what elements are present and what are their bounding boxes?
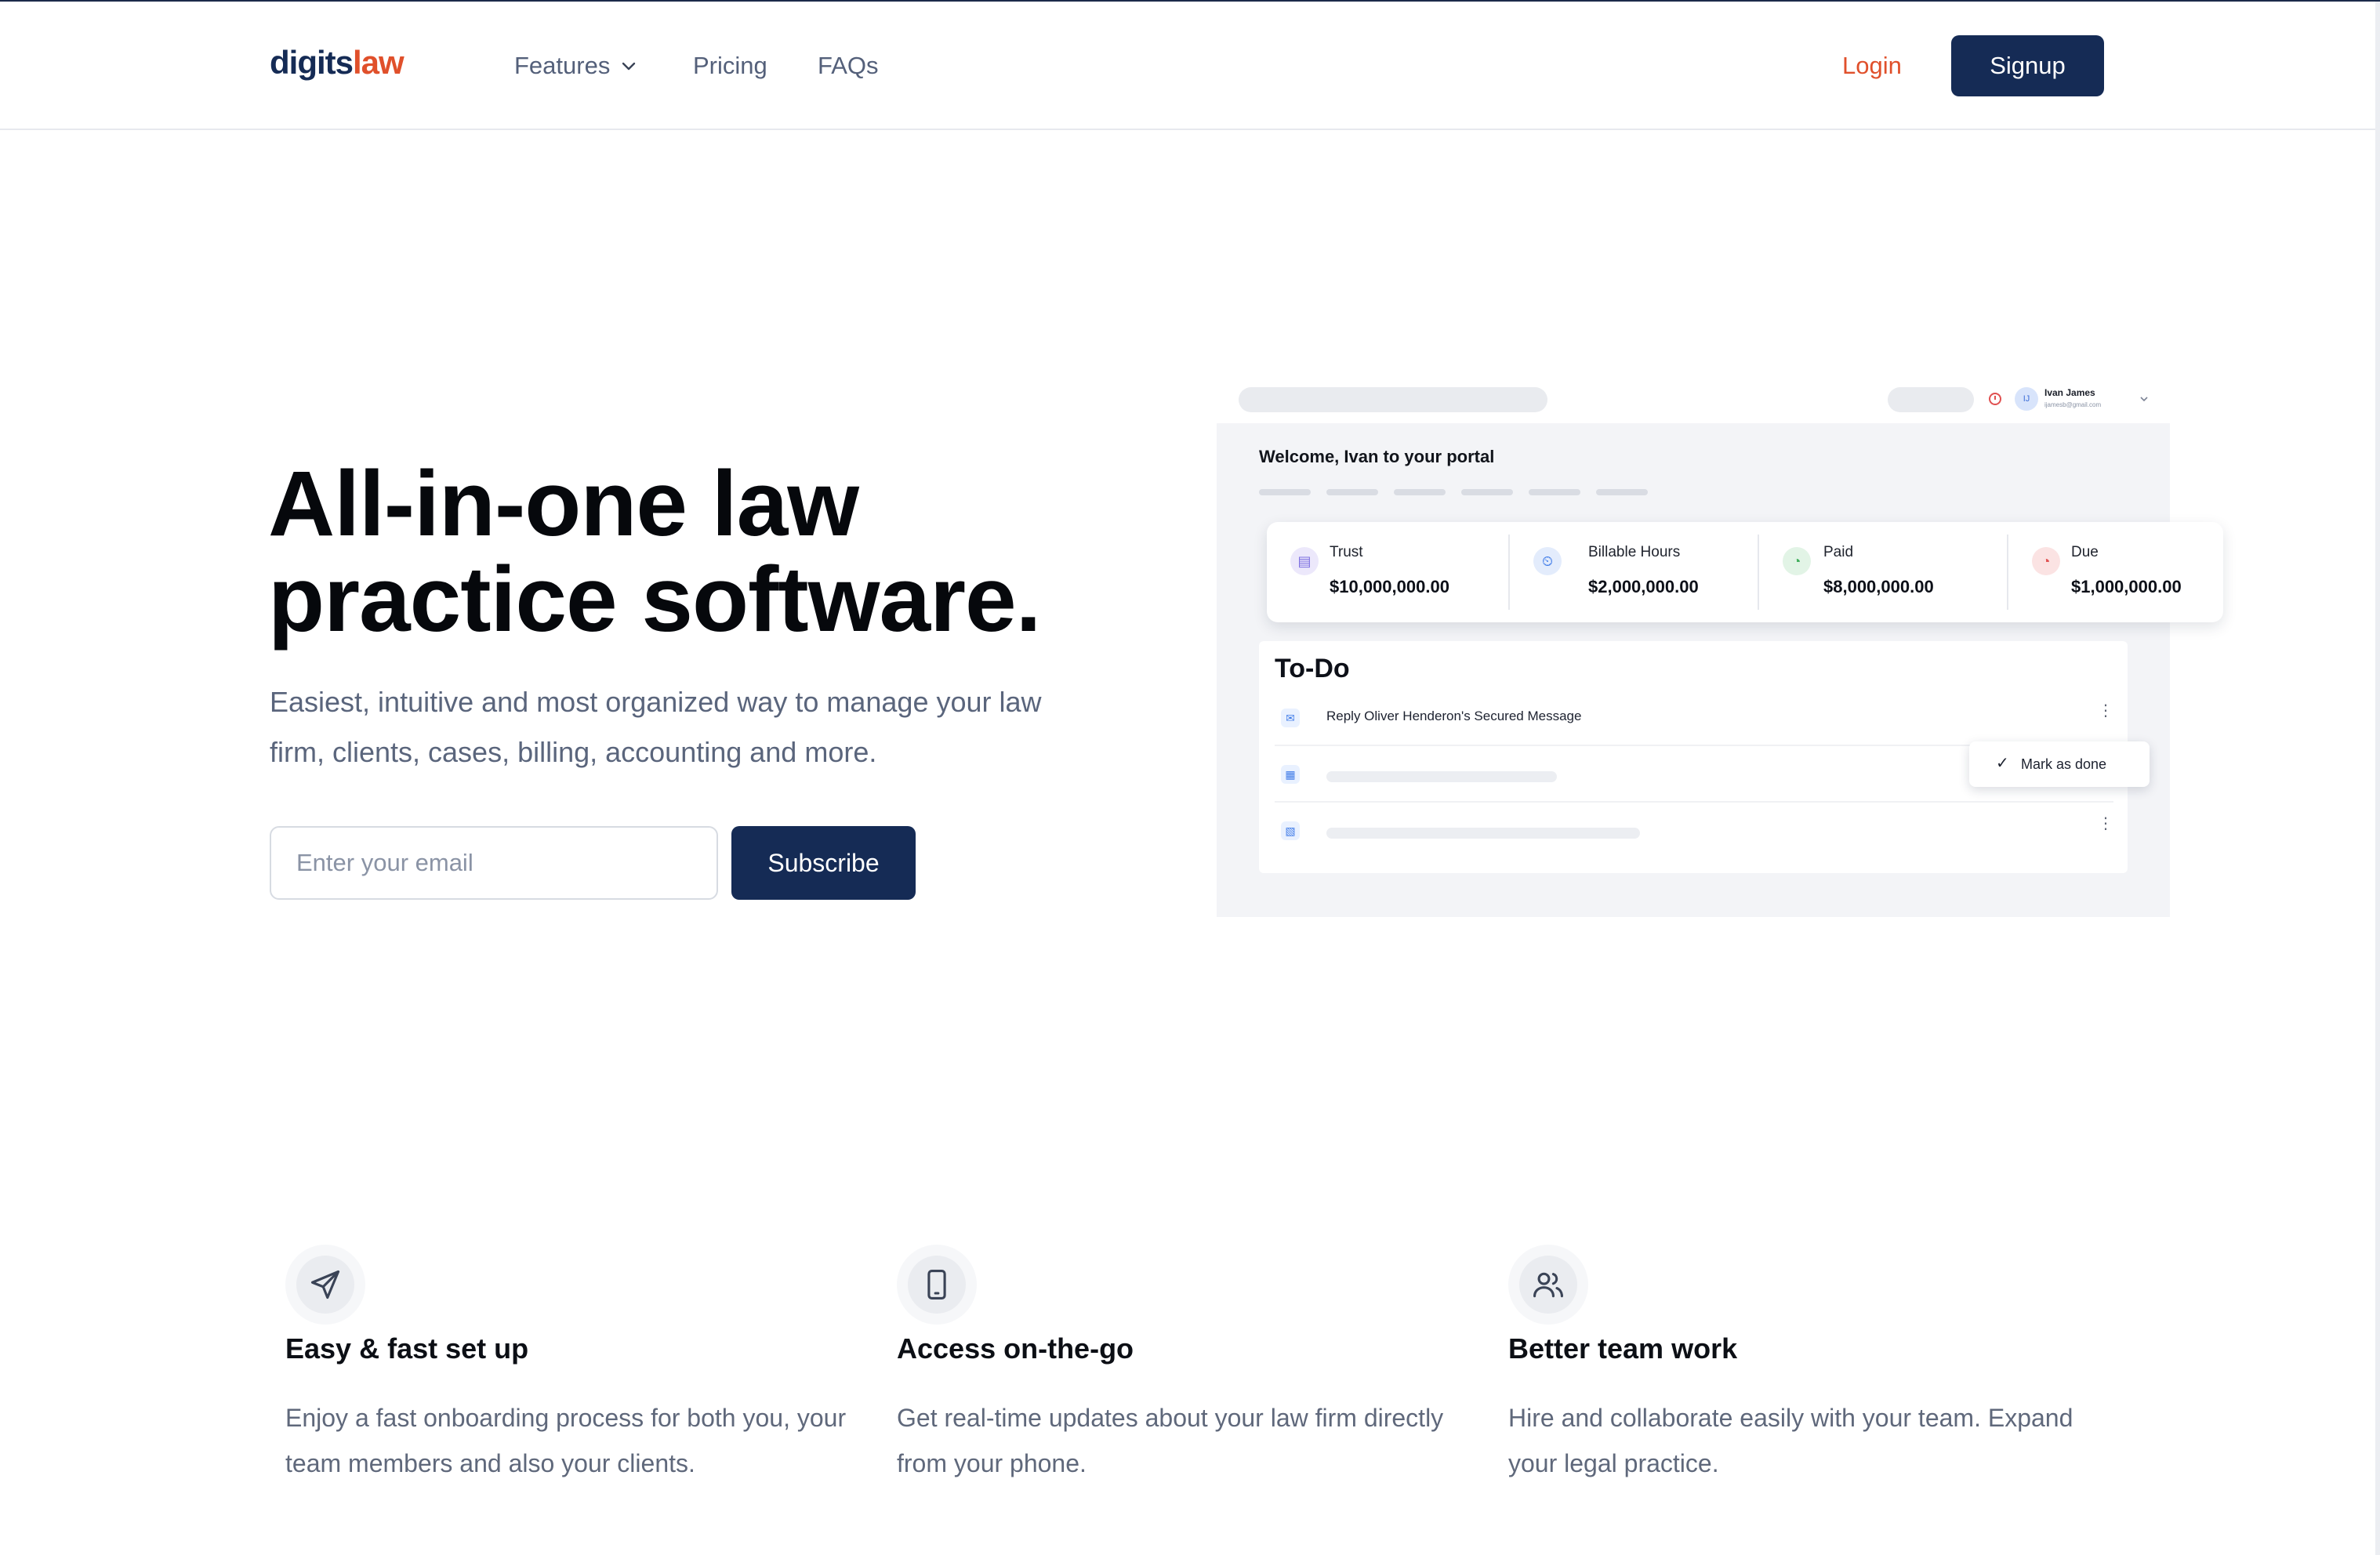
nav-features-label: Features [514,52,611,79]
feature-icon-wrapper [897,1245,977,1325]
mark-as-done-label: Mark as done [2021,756,2107,772]
more-options-icon[interactable]: ⋮ [2098,703,2113,719]
billable-hours-icon: ⏲ [1533,547,1562,575]
stat-billable-hours: ⏲ Billable Hours $2,000,000.00 [1510,522,1758,622]
stat-value: $10,000,000.00 [1330,577,1449,596]
portal-topbar: IJ Ivan James ijamesb@gmail.com [1217,378,2170,423]
stat-label: Paid [1823,544,1854,560]
user-email: ijamesb@gmail.com [2044,401,2102,408]
feature-title: Access on-the-go [897,1332,1134,1365]
todo-item-placeholder [1326,771,1557,782]
paper-plane-icon [296,1256,354,1314]
user-name: Ivan James [2044,387,2095,398]
stat-due: ◔ Due $1,000,000.00 [2008,522,2223,622]
feature-description: Enjoy a fast onboarding process for both… [285,1404,847,1477]
mark-as-done-menu-item[interactable]: ✓ Mark as done [1969,741,2150,787]
email-input[interactable]: Enter your email [270,826,718,900]
portal-tab-placeholder [1259,489,1311,495]
login-link[interactable]: Login [1842,52,1902,80]
hero-title-line2: practice software. [268,548,1041,651]
message-icon: ✉ [1281,709,1300,727]
stat-paid: ◔ Paid $8,000,000.00 [1759,522,2007,622]
digitslaw-logo[interactable]: digitslaw [270,44,405,82]
stat-value: $2,000,000.00 [1588,577,1699,596]
mobile-phone-icon [908,1256,966,1314]
chevron-down-icon [622,62,636,71]
stat-trust: ▤ Trust $10,000,000.00 [1267,522,1508,622]
portal-tab-placeholder [1326,489,1378,495]
hero-subtitle: Easiest, intuitive and most organized wa… [270,686,1042,768]
search-bar-placeholder [1239,387,1547,412]
feature-description: Hire and collaborate easily with your te… [1508,1404,2073,1477]
todo-title: To-Do [1275,654,1350,683]
feature-description: Get real-time updates about your law fir… [897,1404,1444,1477]
scrollbar[interactable] [2375,2,2380,1555]
team-users-icon [1519,1256,1577,1314]
portal-tab-placeholder [1461,489,1513,495]
check-icon: ✓ [1996,755,2009,772]
portal-preview: IJ Ivan James ijamesb@gmail.com Welcome,… [1217,378,2223,917]
todo-item-placeholder [1326,828,1640,839]
top-navbar: digitslaw Features Pricing FAQs Login Si… [0,3,2375,130]
nav-faqs-link[interactable]: FAQs [818,52,879,80]
page: digitslaw Features Pricing FAQs Login Si… [0,0,2380,1555]
more-options-icon[interactable]: ⋮ [2098,816,2113,832]
user-avatar[interactable]: IJ [2015,387,2038,411]
nav-pricing-link[interactable]: Pricing [693,52,767,80]
stat-label: Trust [1330,544,1363,560]
stat-label: Due [2071,544,2099,560]
notification-icon [1989,393,2001,405]
document-icon: ▧ [1281,821,1300,840]
portal-welcome-heading: Welcome, Ivan to your portal [1259,447,1495,466]
stat-value: $1,000,000.00 [2071,577,2182,596]
stat-value: $8,000,000.00 [1823,577,1934,596]
paid-icon: ◔ [1783,547,1811,575]
logo-text-digits: digits [270,44,354,81]
feature-icon-wrapper [1508,1245,1588,1325]
portal-tab-placeholder [1394,489,1446,495]
stats-card: ▤ Trust $10,000,000.00 ⏲ Billable Hours … [1267,522,2223,622]
todo-item[interactable]: ✉ Reply Oliver Henderon's Secured Messag… [1275,691,2113,746]
subscribe-button[interactable]: Subscribe [731,826,916,900]
hero-title: All-in-one law practice software. [268,456,1130,647]
portal-tab-placeholder [1529,489,1580,495]
logo-text-law: law [353,44,405,81]
user-menu-chevron-icon[interactable] [2139,393,2150,404]
nav-features-dropdown[interactable]: Features [514,52,638,80]
signup-button[interactable]: Signup [1951,35,2104,96]
feature-title: Easy & fast set up [285,1332,529,1365]
feature-icon-wrapper [285,1245,365,1325]
topbar-pill-placeholder [1888,387,1974,412]
feature-title: Better team work [1508,1332,1738,1365]
stat-label: Billable Hours [1588,544,1681,560]
trust-icon: ▤ [1290,547,1319,575]
briefcase-icon: ▦ [1281,765,1300,784]
portal-tab-placeholder [1596,489,1648,495]
due-icon: ◔ [2032,547,2060,575]
hero-title-line1: All-in-one law [268,452,859,556]
todo-item[interactable]: ▧ ⋮ [1275,804,2113,859]
todo-item-text: Reply Oliver Henderon's Secured Message [1326,709,1582,723]
